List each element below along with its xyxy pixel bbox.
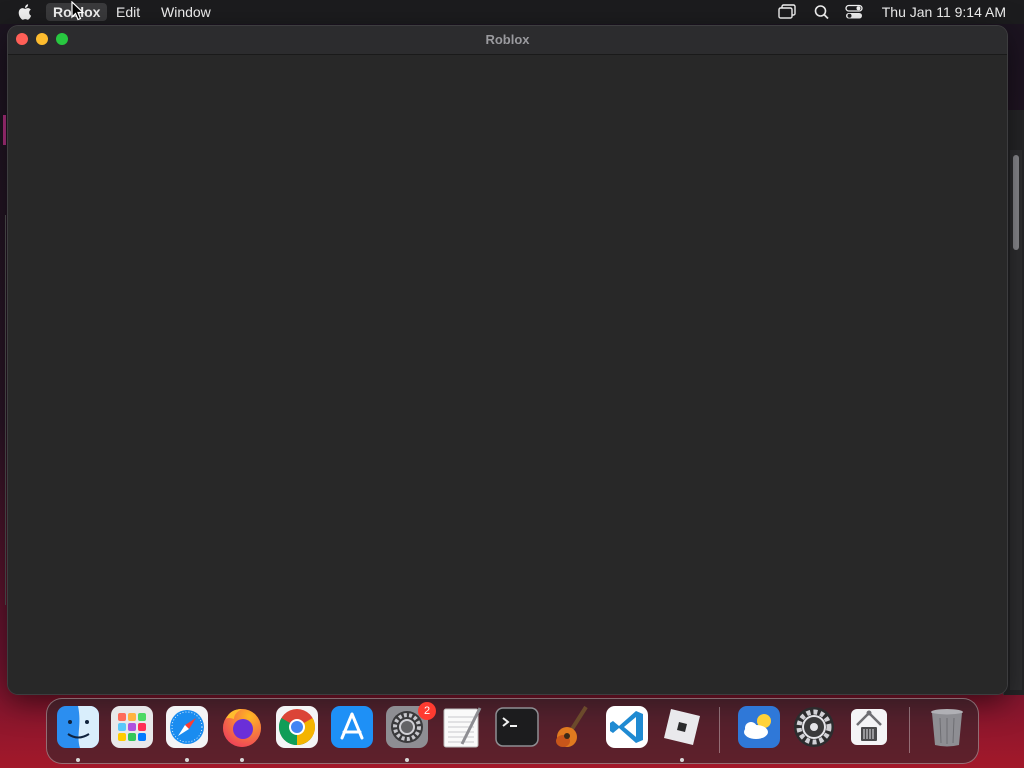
dock-item-safari[interactable] [165, 705, 209, 749]
dock-item-system-information[interactable] [847, 705, 891, 749]
textedit-icon [443, 707, 482, 748]
menu-bar: Roblox Edit Window Thu Jan 11 9:14 AM [0, 0, 1024, 24]
running-indicator [240, 758, 244, 762]
terminal-icon [495, 707, 539, 747]
window-title: Roblox [485, 32, 530, 47]
dock-separator [719, 707, 720, 753]
dock-item-chrome[interactable] [275, 705, 319, 749]
background-window-edge [3, 115, 6, 145]
launchpad-icon [111, 706, 153, 748]
running-indicator [680, 758, 684, 762]
notification-badge: 2 [418, 702, 436, 720]
apple-icon[interactable] [18, 3, 34, 21]
trash-icon [931, 709, 963, 747]
dock-item-terminal[interactable] [495, 705, 539, 749]
dock-item-firefox[interactable] [220, 705, 264, 749]
menu-edit[interactable]: Edit [109, 3, 147, 21]
garageband-icon [556, 705, 588, 747]
roblox-icon [664, 709, 700, 745]
app-store-icon [331, 706, 373, 748]
dock-item-garageband[interactable] [550, 705, 594, 749]
dock-item-system-preferences[interactable]: 2 [385, 702, 436, 749]
running-indicator [405, 758, 409, 762]
menu-window[interactable]: Window [154, 3, 218, 21]
scrollbar-thumb[interactable] [1013, 155, 1019, 250]
system-information-icon [851, 709, 887, 745]
mouse-cursor-icon [71, 1, 85, 21]
dock-item-roblox[interactable] [660, 705, 704, 749]
dock-item-trash[interactable] [925, 705, 969, 749]
dock-separator [909, 707, 910, 753]
screen-mirroring-icon[interactable] [778, 4, 796, 20]
dock-item-app-store[interactable] [330, 705, 374, 749]
weather-icon [738, 706, 780, 748]
running-indicator [76, 758, 80, 762]
menu-bar-clock[interactable]: Thu Jan 11 9:14 AM [882, 4, 1006, 20]
safari-icon [166, 706, 208, 748]
running-indicator [185, 758, 189, 762]
settings-gear-icon [794, 707, 834, 747]
dock: 2 [46, 698, 979, 764]
spotlight-search-icon[interactable] [813, 4, 831, 20]
background-window-border [5, 215, 6, 605]
window-content[interactable] [8, 55, 1007, 694]
dock-item-finder[interactable] [56, 705, 100, 749]
chrome-icon [276, 706, 318, 748]
finder-icon [57, 706, 99, 748]
dock-item-settings[interactable] [792, 705, 836, 749]
dock-item-launchpad[interactable] [110, 705, 154, 749]
roblox-window: Roblox [8, 26, 1007, 694]
window-titlebar[interactable]: Roblox [8, 26, 1007, 55]
vscode-icon [606, 706, 648, 748]
firefox-icon [223, 709, 261, 747]
dock-item-weather[interactable] [737, 705, 781, 749]
dock-item-textedit[interactable] [440, 705, 484, 749]
dock-item-vscode[interactable] [605, 705, 649, 749]
control-center-icon[interactable] [845, 4, 863, 20]
